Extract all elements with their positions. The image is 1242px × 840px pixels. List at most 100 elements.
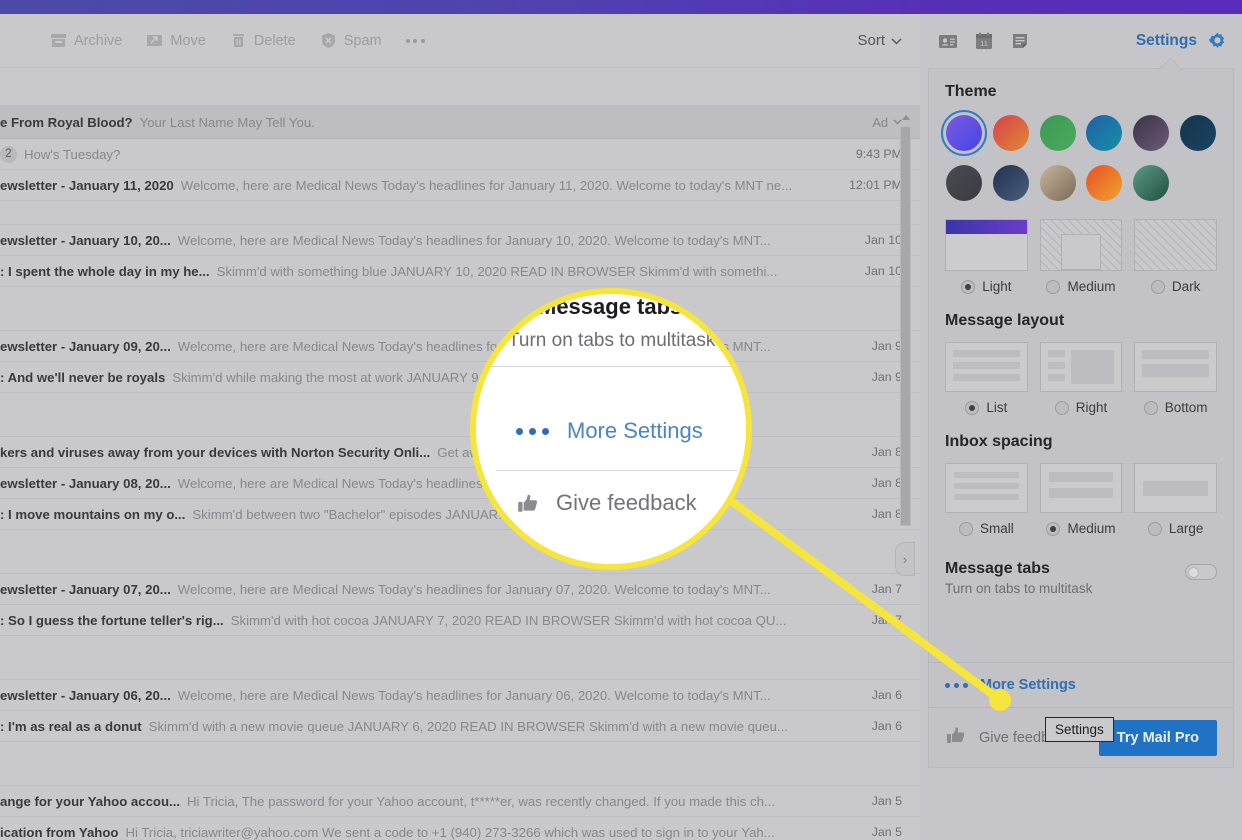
message-layout-right[interactable]: Right [1040, 400, 1123, 415]
mail-row[interactable]: ewsletter - January 11, 2020 Welcome, her… [0, 170, 920, 201]
layout-preview-bottom[interactable] [1134, 342, 1217, 392]
layout-preview-list[interactable] [945, 342, 1028, 392]
message-layout-list[interactable]: List [945, 400, 1028, 415]
mail-date: Jan 5 [871, 825, 902, 839]
inbox-spacing-small[interactable]: Small [945, 521, 1028, 536]
magnified-give-feedback[interactable]: Give feedback [516, 490, 697, 516]
mail-row[interactable]: ewsletter - January 09, 20... Welcome, he… [0, 331, 920, 362]
message-tabs-toggle[interactable] [1185, 564, 1217, 580]
radio-icon[interactable] [965, 400, 980, 415]
calendar-icon[interactable]: 11 [974, 31, 994, 51]
theme-mode-dark[interactable]: Dark [1134, 279, 1217, 294]
radio-icon[interactable] [1054, 400, 1069, 415]
theme-swatch-purple-blue[interactable] [941, 110, 988, 156]
contacts-icon[interactable] [938, 31, 958, 51]
settings-link-label: Settings [1135, 32, 1197, 49]
theme-preview-medium[interactable] [1039, 219, 1123, 271]
mail-snippet: Welcome, here are Medical News Today's h… [180, 177, 793, 193]
mail-row[interactable]: ication from Yahoo Hi Tricia, triciawrite… [0, 817, 920, 840]
mail-snippet: Skimm'd with hot cocoa JANUARY 7, 2020 R… [230, 612, 787, 628]
ad-label[interactable]: Ad [872, 115, 902, 130]
inbox-spacing-large[interactable]: Large [1134, 521, 1217, 536]
mail-date: Jan 7 [871, 582, 902, 596]
mail-row[interactable]: kers and viruses away from your devices … [0, 437, 920, 468]
theme-mode-light[interactable]: Light [945, 279, 1028, 294]
shield-icon [320, 32, 337, 49]
theme-swatch-green[interactable] [1039, 115, 1076, 151]
theme-swatch-charcoal[interactable] [946, 165, 983, 201]
theme-swatch-grid [941, 110, 1217, 203]
theme-preview-dark[interactable] [1134, 219, 1217, 271]
magnified-more-settings[interactable]: More Settings [516, 418, 703, 444]
archive-button[interactable]: Archive [50, 32, 122, 49]
expand-panel-button[interactable]: › [895, 542, 915, 576]
spacing-preview-small[interactable] [945, 463, 1028, 513]
mail-snippet: How's Tuesday? [24, 146, 121, 162]
mail-row[interactable]: : And we'll never be royals Skimm'd while… [0, 362, 920, 393]
delete-button[interactable]: Delete [230, 32, 296, 49]
mail-list-gap [0, 530, 920, 574]
mail-date: Jan 7 [871, 613, 902, 627]
move-button[interactable]: Move [146, 32, 206, 49]
theme-preview-light[interactable] [945, 219, 1028, 271]
magnified-give-feedback-label: Give feedback [556, 490, 697, 515]
theme-swatch-cell [1178, 113, 1217, 153]
mail-subject: : And we'll never be royals [0, 369, 166, 385]
settings-menu-button[interactable]: Settings [1136, 31, 1228, 52]
theme-swatch-blue-teal[interactable] [1086, 115, 1123, 151]
mail-row[interactable]: 2 How's Tuesday? 9:43 PM [0, 139, 920, 170]
mail-row[interactable]: ewsletter - January 06, 20... Welcome, he… [0, 680, 920, 711]
scroll-up-icon[interactable] [899, 110, 912, 124]
radio-icon[interactable] [1147, 521, 1162, 536]
more-options-icon[interactable] [405, 38, 425, 43]
theme-swatch-sunset[interactable] [1086, 165, 1123, 201]
inbox-spacing-medium[interactable]: Medium [1040, 521, 1123, 536]
radio-icon[interactable] [1046, 521, 1061, 536]
chevron-down-icon [891, 32, 902, 49]
mail-row[interactable]: ewsletter - January 08, 20... Welcome, he… [0, 468, 920, 499]
sort-dropdown[interactable]: Sort [857, 32, 902, 49]
magnified-message-tabs-title: Message tabs [538, 294, 683, 319]
scrollbar-thumb[interactable] [900, 126, 911, 526]
ad-row[interactable]: e From Royal Blood? Your Last Name May Te… [0, 106, 920, 139]
mail-row[interactable]: : I'm as real as a donut Skimm'd with a n… [0, 711, 920, 742]
more-settings-button[interactable]: More Settings [929, 662, 1233, 707]
mail-row[interactable]: : I spent the whole day in my he... Skimm… [0, 256, 920, 287]
spam-button[interactable]: Spam [320, 32, 382, 49]
spacing-preview-medium[interactable] [1039, 463, 1123, 513]
theme-swatch-cell [1038, 163, 1077, 203]
radio-icon[interactable] [958, 521, 973, 536]
radio-icon[interactable] [1046, 279, 1061, 294]
message-tabs-title: Message tabs [945, 560, 1050, 577]
radio-icon[interactable] [1150, 279, 1165, 294]
layout-preview-right[interactable] [1039, 342, 1123, 392]
mail-row[interactable]: ange for your Yahoo accou... Hi Tricia, T… [0, 786, 920, 817]
radio-icon[interactable] [1143, 400, 1158, 415]
theme-swatch-navy[interactable] [1179, 115, 1216, 151]
theme-mode-medium[interactable]: Medium [1040, 279, 1123, 294]
mail-scrollbar[interactable]: › [895, 110, 915, 576]
radio-icon[interactable] [961, 279, 976, 294]
mail-snippet: Hi Tricia, triciawriter@yahoo.com We sen… [125, 824, 775, 840]
theme-swatch-purple-gray[interactable] [1132, 115, 1169, 151]
mail-row[interactable]: : I move mountains on my o... Skimm'd bet… [0, 499, 920, 530]
theme-swatch-desert[interactable] [1039, 165, 1076, 201]
theme-swatch-mountain-night[interactable] [992, 165, 1029, 201]
move-label: Move [170, 32, 206, 49]
theme-mode-previews [945, 219, 1217, 271]
mail-row[interactable]: : So I guess the fortune teller's rig...… [0, 605, 920, 636]
mail-snippet: Your Last Name May Tell You. [139, 114, 315, 130]
mail-row[interactable]: ewsletter - January 07, 20... Welcome, he… [0, 574, 920, 605]
spacing-preview-large[interactable] [1134, 463, 1217, 513]
mail-date: 9:43 PM [855, 147, 902, 161]
spam-label: Spam [343, 32, 382, 49]
theme-swatch-cell [1038, 113, 1077, 153]
theme-swatch-red-orange[interactable] [992, 115, 1029, 151]
message-layout-bottom[interactable]: Bottom [1134, 400, 1217, 415]
mail-row[interactable]: ewsletter - January 10, 20... Welcome, he… [0, 225, 920, 256]
theme-swatch-green-hills[interactable] [1132, 165, 1169, 201]
settings-panel-footer: More Settings Give feedback Try Mail Pro [929, 662, 1233, 767]
notepad-icon[interactable] [1010, 31, 1030, 51]
try-mail-pro-button[interactable]: Try Mail Pro [1098, 719, 1217, 756]
gear-icon[interactable] [1207, 31, 1228, 52]
